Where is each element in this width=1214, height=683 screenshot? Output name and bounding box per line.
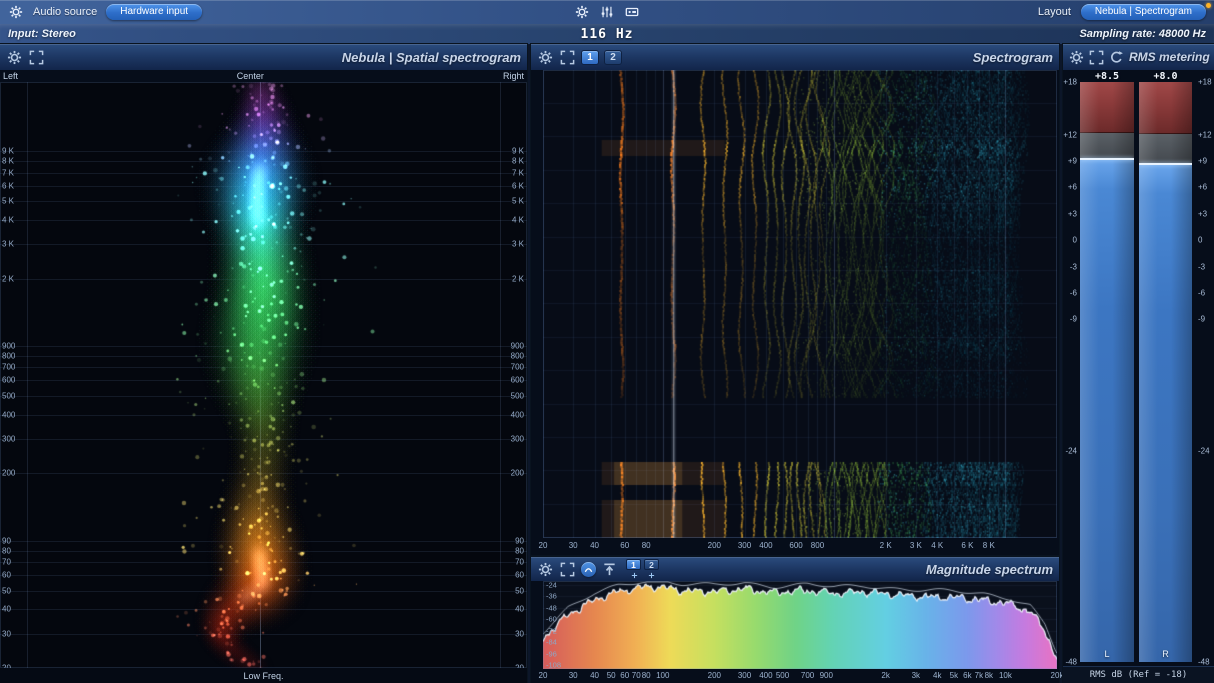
meter-peak-zone <box>1080 82 1134 133</box>
gear-icon[interactable] <box>574 4 590 20</box>
peak-curve-toggle-icon[interactable] <box>581 561 596 577</box>
reset-peaks-icon[interactable] <box>601 561 618 578</box>
audio-source-label: Audio source <box>33 6 98 18</box>
spectrogram-plot[interactable] <box>543 70 1057 538</box>
frequency-readout: 116 Hz <box>580 26 634 42</box>
input-info-label: Input: Stereo <box>8 28 76 40</box>
io-meter-icon[interactable] <box>624 4 640 20</box>
gear-icon[interactable] <box>537 561 554 578</box>
magnitude-frequency-axis: 20 30 40 50 60 70 80 100 200 300 400 500 700 900 2k 3k 4… <box>538 671 1064 680</box>
right-channel-label: Right <box>502 71 524 81</box>
layout-preset-button[interactable]: Nebula | Spectrogram <box>1080 4 1206 20</box>
view-2-button[interactable]: 2 <box>604 49 622 65</box>
rms-meter-right: R <box>1139 82 1192 662</box>
spectrogram-panel-title: Spectrogram <box>972 49 1053 65</box>
hardware-input-button[interactable]: Hardware input <box>106 4 203 20</box>
fullscreen-icon[interactable] <box>559 561 576 578</box>
meter-value-line <box>1080 158 1134 161</box>
left-channel-label: Left <box>3 71 19 81</box>
meter-value-line <box>1139 162 1192 165</box>
meter-peak-zone <box>1139 82 1192 134</box>
reset-meters-icon[interactable] <box>1109 49 1124 66</box>
spatial-panel-title: Nebula | Spatial spectrogram <box>341 49 521 65</box>
magnitude-panel-header: 1 2 Magnitude spectrum <box>531 557 1059 581</box>
topbar: Audio source Hardware input Layout Nebul… <box>0 0 1214 44</box>
stereo-field-labels: Left Center Right <box>0 70 527 82</box>
rms-reference-label: RMS dB (Ref = -18) <box>1063 666 1214 683</box>
gear-icon[interactable] <box>537 49 554 66</box>
topbar-center-icons <box>574 4 640 20</box>
meter-level-fill <box>1080 159 1134 662</box>
rms-panel-header: RMS metering <box>1063 44 1214 70</box>
view-1-button[interactable]: 1 <box>626 559 641 570</box>
view-2-button[interactable]: 2 <box>644 559 659 570</box>
add-curve-icon[interactable] <box>644 571 658 579</box>
fullscreen-icon[interactable] <box>1089 49 1104 66</box>
rms-value-readouts: +8.5 +8.0 <box>1063 71 1214 82</box>
meter-recent-zone <box>1139 133 1192 164</box>
channel-label: R <box>1162 649 1169 659</box>
gear-icon[interactable] <box>6 49 23 66</box>
channel-label: L <box>1104 649 1110 659</box>
rms-meter-area: +18 +12 +9 +6 +3 0 -3 -6 -9 -24 -48 L R +18 +12 +9 +6… <box>1063 77 1214 667</box>
gear-icon[interactable] <box>1069 49 1084 66</box>
spectrogram-panel: 1 2 Spectrogram 20 30 40 60 80 200 300 400 600 80… <box>531 44 1059 555</box>
rms-scale-right: +18 +12 +9 +6 +3 0 -3 -6 -9 -24 -48 <box>1198 77 1212 667</box>
magnitude-spectrum-panel: 1 2 Magnitude spectrum -24 -36 -48 -60 -72 -8… <box>531 557 1064 683</box>
fullscreen-icon[interactable] <box>28 49 45 66</box>
rms-scale-left: +18 +12 +9 +6 +3 0 -3 -6 -9 -24 -48 <box>1063 77 1077 667</box>
rms-value-left: +8.5 <box>1094 71 1120 82</box>
rms-metering-panel: RMS metering +8.5 +8.0 +18 +12 +9 +6 +3 0 -3 -6… <box>1063 44 1214 683</box>
topbar-main-row: Audio source Hardware input Layout Nebul… <box>0 0 1214 24</box>
magnitude-view-controls: 1 2 <box>626 559 659 579</box>
low-freq-label: Low Freq. <box>0 668 527 683</box>
magnitude-spectrum-canvas <box>543 581 1057 669</box>
rms-value-right: +8.0 <box>1153 71 1178 82</box>
rms-meter-left: L <box>1080 82 1134 662</box>
notification-dot <box>1206 3 1211 8</box>
spectrogram-frequency-axis: 20 30 40 60 80 200 300 400 600 800 2 K3 K4 K6 K8 K <box>538 541 995 550</box>
layout-label: Layout <box>1037 6 1071 18</box>
spatial-panel-header: Nebula | Spatial spectrogram <box>0 44 527 70</box>
spatial-spectrogram-canvas <box>0 82 527 668</box>
topbar-info-row: Input: Stereo 116 Hz Sampling rate: 4800… <box>0 24 1214 44</box>
channel-sliders-icon[interactable] <box>599 4 615 20</box>
view-1-button[interactable]: 1 <box>581 49 599 65</box>
spatial-spectrogram-panel: Nebula | Spatial spectrogram Left Center… <box>0 44 527 683</box>
gear-icon[interactable] <box>8 4 24 20</box>
spectrogram-panel-header: 1 2 Spectrogram <box>531 44 1059 70</box>
sampling-rate-label: Sampling rate: 48000 Hz <box>1079 28 1206 40</box>
meter-level-fill <box>1139 163 1192 662</box>
topbar-right-group: Layout Nebula | Spectrogram <box>1038 4 1206 20</box>
spectrogram-canvas <box>543 70 1057 538</box>
magnitude-panel-title: Magnitude spectrum <box>925 561 1053 577</box>
fullscreen-icon[interactable] <box>559 49 576 66</box>
rms-panel-title: RMS metering <box>1129 50 1210 64</box>
magnitude-spectrum-plot[interactable]: -24 -36 -48 -60 -72 -84 -96 -108 <box>543 580 1057 670</box>
center-label: Center <box>236 71 264 81</box>
meter-recent-zone <box>1080 132 1134 160</box>
spatial-spectrogram-plot[interactable]: 9 K9 K8 K8 K7 K7 K6 K6 K5 K5 K4 K4 K3 K3… <box>0 82 527 668</box>
add-curve-icon[interactable] <box>627 571 641 579</box>
